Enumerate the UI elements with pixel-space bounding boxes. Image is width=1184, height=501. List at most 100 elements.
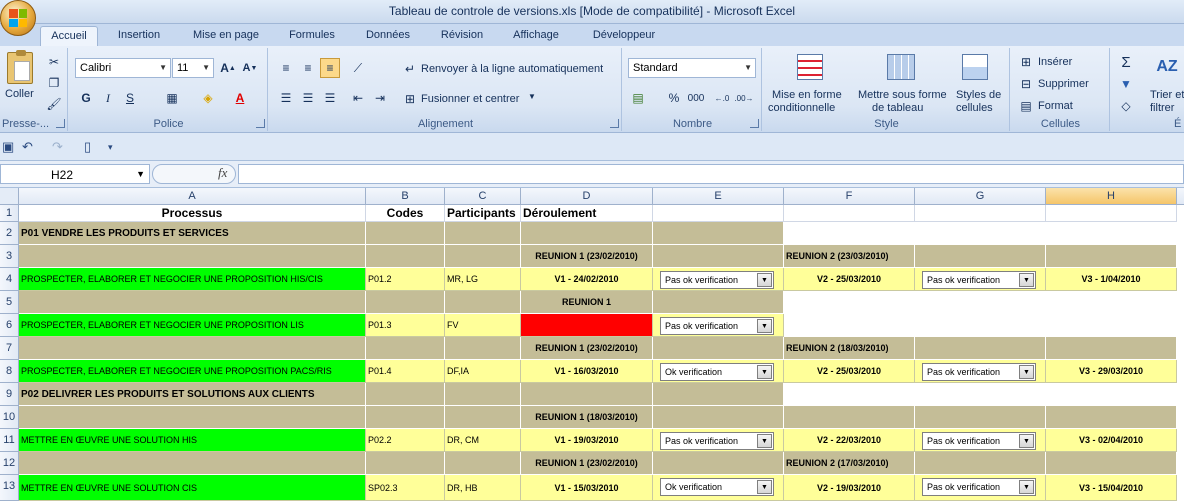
version-v1[interactable]: V1 - 24/02/2010 [521,268,653,291]
meeting-label[interactable]: REUNION 1 (18/03/2010) [521,406,653,429]
grow-font-icon[interactable]: A ▲ [218,58,238,78]
number-launcher-icon[interactable] [750,119,759,128]
column-header-e[interactable]: E [653,188,784,205]
process-name[interactable]: METTRE EN ŒUVRE UNE SOLUTION HIS [19,429,366,452]
process-name[interactable]: PROSPECTER, ELABORER ET NEGOCIER UNE PRO… [19,268,366,291]
cell-b7[interactable] [366,337,445,360]
cell-e1[interactable] [653,205,784,222]
borders-icon[interactable]: ▦ [162,88,182,108]
tab-affichage[interactable]: Affichage [504,26,568,46]
row-header-2[interactable]: 2 [0,222,19,245]
italic-button[interactable]: I [98,88,118,108]
number-format-combo[interactable]: Standard ▼ [628,58,756,78]
tab-accueil[interactable]: Accueil [40,26,98,46]
increase-decimal-icon[interactable]: ←.0 [712,88,732,108]
cell-e5[interactable] [653,291,784,314]
meeting-label[interactable]: REUNION 2 (23/03/2010) [784,245,915,268]
font-color-icon[interactable]: A [230,88,250,108]
merge-icon[interactable]: ⊞ [400,89,420,109]
sort-filter-label-1[interactable]: Trier et [1150,89,1184,101]
delete-button[interactable]: Supprimer [1038,78,1089,90]
cell-a3[interactable] [19,245,366,268]
cell-f1[interactable] [784,205,915,222]
version-v2[interactable]: V2 - 25/03/2010 [784,360,915,383]
format-painter-icon[interactable]: 🖌 [44,94,64,114]
increase-indent-icon[interactable]: ⇥ [370,88,390,108]
column-header-b[interactable]: B [366,188,445,205]
sort-filter-icon[interactable]: AZ [1154,54,1180,80]
version-v3[interactable]: V3 - 29/03/2010 [1046,360,1177,383]
merge-center-button[interactable]: Fusionner et centrer [421,93,519,105]
clear-icon[interactable]: ◇ [1116,96,1136,116]
row-header-1[interactable]: 1 [0,205,19,222]
percent-button[interactable]: % [664,88,684,108]
column-header-a[interactable]: A [19,188,366,205]
decrease-indent-icon[interactable]: ⇤ [348,88,368,108]
cell-e2[interactable] [653,222,784,245]
align-left-icon[interactable]: ☰ [276,88,296,108]
verification-dropdown[interactable]: Pas ok verification ▼ [660,271,774,289]
column-header-h[interactable]: H [1046,188,1177,205]
align-right-icon[interactable]: ☰ [320,88,340,108]
cell-styles-label-2[interactable]: cellules [956,102,993,114]
header-participants[interactable]: Participants [445,205,521,222]
column-header-d[interactable]: D [521,188,653,205]
column-header-i[interactable] [1177,188,1184,205]
row-header-3[interactable]: 3 [0,245,19,268]
header-codes[interactable]: Codes [366,205,445,222]
cell-h7[interactable] [1046,337,1177,360]
cell-b12[interactable] [366,452,445,475]
cell-a10[interactable] [19,406,366,429]
cell-h3[interactable] [1046,245,1177,268]
header-deroulement[interactable]: Déroulement [521,205,653,222]
process-name[interactable]: PROSPECTER, ELABORER ET NEGOCIER UNE PRO… [19,360,366,383]
row-header-7[interactable]: 7 [0,337,19,360]
autosum-icon[interactable]: Σ [1116,52,1136,72]
tab-developpeur[interactable]: Développeur [580,26,668,46]
process-name[interactable]: METTRE EN ŒUVRE UNE SOLUTION CIS [19,475,366,501]
row-header-9[interactable]: 9 [0,383,19,406]
version-v1[interactable]: V1 - 16/03/2010 [521,360,653,383]
wrap-text-button[interactable]: Renvoyer à la ligne automatiquement [421,63,603,75]
verification-dropdown[interactable]: Pas ok verification ▼ [660,317,774,335]
decrease-decimal-icon[interactable]: .00→ [734,88,754,108]
alignment-launcher-icon[interactable] [610,119,619,128]
cell-c3[interactable] [445,245,521,268]
cell-g1[interactable] [915,205,1046,222]
paste-icon[interactable] [7,50,33,84]
conditional-format-icon[interactable] [797,54,823,80]
cell-a7[interactable] [19,337,366,360]
format-as-table-label-2[interactable]: de tableau [872,102,923,114]
name-box[interactable]: H22 ▼ [0,164,150,184]
verification-dropdown[interactable]: Pas ok verification ▼ [922,363,1036,381]
process-code[interactable]: P01.3 [366,314,445,337]
verification-dropdown[interactable]: Ok verification ▼ [660,478,774,496]
section-p02[interactable]: P02 DELIVRER LES PRODUITS ET SOLUTIONS A… [19,383,366,406]
verification-dropdown[interactable]: Pas ok verification ▼ [660,432,774,450]
process-code[interactable]: SP02.3 [366,475,445,501]
cell-c7[interactable] [445,337,521,360]
fill-color-icon[interactable]: ◈ [198,88,218,108]
thousands-button[interactable]: 000 [686,88,706,108]
process-participants[interactable]: DR, CM [445,429,521,452]
format-button[interactable]: Format [1038,100,1073,112]
format-cells-icon[interactable]: ▤ [1016,96,1036,116]
format-as-table-label-1[interactable]: Mettre sous forme [858,89,947,101]
font-size-combo[interactable]: 11 ▼ [172,58,214,78]
font-launcher-icon[interactable] [256,119,265,128]
tab-revision[interactable]: Révision [430,26,494,46]
currency-icon[interactable]: ▤ [628,88,648,108]
cell-e3[interactable] [653,245,784,268]
column-header-c[interactable]: C [445,188,521,205]
chevron-down-icon[interactable]: ▼ [528,92,536,101]
verification-dropdown[interactable]: Ok verification ▼ [660,363,774,381]
cell-g10[interactable] [915,406,1046,429]
meeting-label[interactable]: REUNION 1 (23/02/2010) [521,452,653,475]
cell-h1[interactable] [1046,205,1177,222]
new-file-icon[interactable]: ▯ [84,139,91,155]
version-v3[interactable]: V3 - 15/04/2010 [1046,475,1177,501]
verification-dropdown[interactable]: Pas ok verification ▼ [922,478,1036,496]
tab-mise-en-page[interactable]: Mise en page [182,26,270,46]
select-all-corner[interactable] [0,188,19,205]
verification-dropdown[interactable]: Pas ok verification ▼ [922,432,1036,450]
